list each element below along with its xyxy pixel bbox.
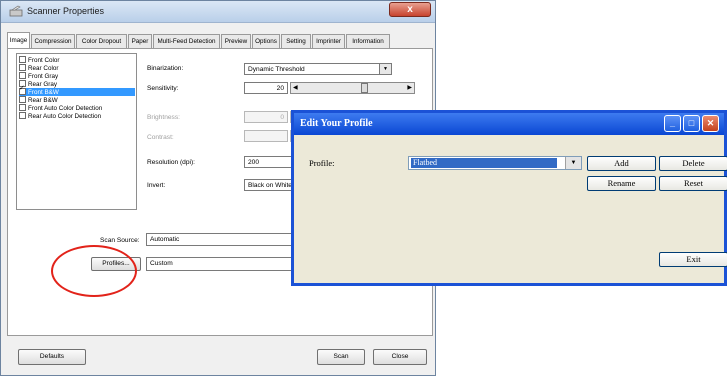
exit-button[interactable]: Exit xyxy=(659,252,727,267)
tab-paper[interactable]: Paper xyxy=(128,34,152,48)
scan-source-label: Scan Source: xyxy=(100,237,140,244)
invert-value: Black on White xyxy=(248,182,292,189)
binarization-label: Binarization: xyxy=(147,65,184,72)
dialog-titlebar[interactable]: Edit Your Profile _ □ ✕ xyxy=(294,113,724,135)
brightness-value: 0 xyxy=(280,114,284,121)
list-item[interactable]: Rear Color xyxy=(19,64,135,72)
scan-source-value: Automatic xyxy=(150,236,180,243)
contrast-value-field[interactable] xyxy=(244,130,288,142)
binarization-select[interactable]: Dynamic Threshold ▼ xyxy=(244,63,392,75)
checkbox[interactable] xyxy=(19,112,26,119)
checkbox[interactable] xyxy=(19,85,26,95)
profile-label: Profile: xyxy=(309,158,335,168)
minimize-icon[interactable]: _ xyxy=(664,115,681,132)
scanner-app-icon xyxy=(9,5,23,17)
arrow-left-icon[interactable]: ◀ xyxy=(293,84,298,91)
close-icon[interactable]: ✕ xyxy=(702,115,719,132)
resolution-value: 200 xyxy=(248,159,260,166)
tab-multi-feed-detection[interactable]: Multi-Feed Detection xyxy=(153,34,220,48)
checkbox[interactable] xyxy=(19,104,26,111)
tab-image[interactable]: Image xyxy=(7,32,30,49)
resolution-label: Resolution (dpi): xyxy=(147,159,196,166)
arrow-right-icon[interactable]: ▶ xyxy=(407,84,412,91)
sensitivity-label: Sensitivity: xyxy=(147,85,179,92)
sensitivity-slider[interactable]: ◀ ▶ xyxy=(290,82,415,94)
window-title: Scanner Properties xyxy=(27,6,105,16)
list-item[interactable]: Rear Auto Color Detection xyxy=(19,112,135,120)
image-type-list[interactable]: Front Color Rear Color Front Gray Rear Gray… xyxy=(16,53,137,210)
rename-button[interactable]: Rename xyxy=(587,176,656,191)
contrast-label: Contrast: xyxy=(147,134,174,141)
checkbox[interactable] xyxy=(19,64,26,71)
scan-source-select[interactable]: Automatic xyxy=(146,233,294,246)
checkbox[interactable] xyxy=(19,56,26,63)
brightness-value-field[interactable]: 0 xyxy=(244,111,288,123)
profile-combobox[interactable]: Flatbed ▼ xyxy=(408,156,582,170)
window-close-button[interactable]: x xyxy=(389,2,431,17)
checkbox[interactable] xyxy=(19,96,26,103)
tab-setting[interactable]: Setting xyxy=(281,34,311,48)
tab-color-dropout[interactable]: Color Dropout xyxy=(76,34,127,48)
checkbox[interactable] xyxy=(19,72,26,79)
list-item-label: Rear Gray xyxy=(28,81,58,88)
dialog-title: Edit Your Profile xyxy=(300,118,373,129)
list-item[interactable]: Rear Gray xyxy=(19,80,135,88)
tab-preview[interactable]: Preview xyxy=(221,34,251,48)
scan-button[interactable]: Scan xyxy=(317,349,365,365)
list-item[interactable]: Front Auto Color Detection xyxy=(19,104,135,112)
edit-profile-dialog: Edit Your Profile _ □ ✕ Profile: Flatbed… xyxy=(291,110,727,286)
chevron-down-icon[interactable]: ▼ xyxy=(565,157,581,169)
scanner-titlebar[interactable]: Scanner Properties x xyxy=(1,1,435,23)
brightness-label: Brightness: xyxy=(147,114,180,121)
profile-combobox-value: Flatbed xyxy=(411,158,557,168)
sensitivity-value: 20 xyxy=(276,85,284,92)
profile-value: Custom xyxy=(150,260,173,267)
reset-button[interactable]: Reset xyxy=(659,176,727,191)
tab-options[interactable]: Options xyxy=(252,34,280,48)
maximize-icon[interactable]: □ xyxy=(683,115,700,132)
list-item-label: Front Gray xyxy=(28,73,59,80)
binarization-value: Dynamic Threshold xyxy=(248,66,305,73)
list-item-label: Front Auto Color Detection xyxy=(28,105,103,112)
tab-strip: Image Compression Color Dropout Paper Multi-… xyxy=(7,32,433,49)
delete-button[interactable]: Delete xyxy=(659,156,727,171)
chevron-down-icon[interactable]: ▼ xyxy=(379,64,391,74)
close-button[interactable]: Close xyxy=(373,349,427,365)
list-item[interactable]: Front Gray xyxy=(19,72,135,80)
highlight-circle xyxy=(51,245,137,297)
invert-label: Invert: xyxy=(147,182,166,189)
list-item[interactable]: Rear B&W xyxy=(19,96,135,104)
tab-compression[interactable]: Compression xyxy=(31,34,75,48)
list-item-label: Rear Color xyxy=(28,65,59,72)
add-button[interactable]: Add xyxy=(587,156,656,171)
list-item[interactable]: Front B&W xyxy=(19,85,135,96)
list-item[interactable]: Front Color xyxy=(19,56,135,64)
slider-thumb[interactable] xyxy=(361,83,368,93)
list-item-label: Rear B&W xyxy=(28,97,58,104)
list-item-label: Front Color xyxy=(28,57,60,64)
list-item-label: Rear Auto Color Detection xyxy=(28,113,102,120)
profile-select[interactable]: Custom xyxy=(146,257,294,271)
list-item-label: Front B&W xyxy=(28,89,59,96)
defaults-button[interactable]: Defaults xyxy=(18,349,86,365)
tab-information[interactable]: Information xyxy=(346,34,390,48)
sensitivity-value-field[interactable]: 20 xyxy=(244,82,288,94)
tab-imprinter[interactable]: Imprinter xyxy=(312,34,345,48)
